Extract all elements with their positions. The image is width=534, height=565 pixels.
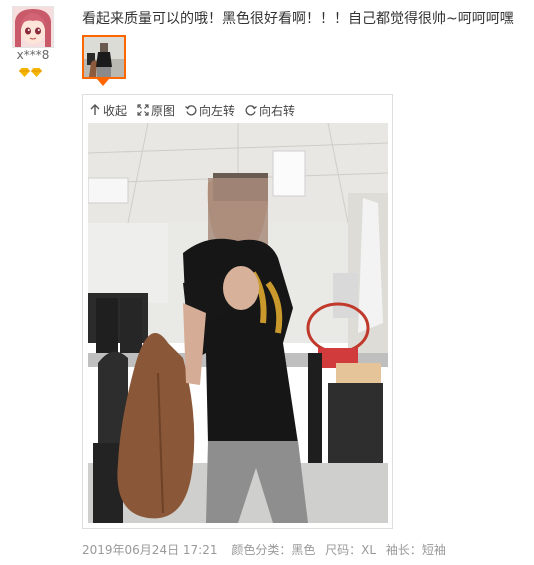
- sku-size: 尺码：XL: [325, 543, 377, 557]
- collapse-label: 收起: [103, 103, 128, 118]
- collapse-button[interactable]: 收起: [89, 102, 127, 119]
- photo-image: [88, 123, 388, 523]
- user-badges: [19, 68, 42, 80]
- original-image-label: 原图: [151, 103, 176, 118]
- rotate-right-button[interactable]: 向右转: [245, 102, 295, 119]
- photo-viewer-toolbar: 收起 原图 向左转 向右转: [89, 101, 305, 119]
- diamond-icon: [19, 68, 30, 77]
- rotate-right-icon: [245, 105, 257, 116]
- rotate-left-label: 向左转: [199, 103, 236, 118]
- arrow-up-icon: [90, 104, 100, 115]
- photo-viewer: 收起 原图 向左转 向右转: [82, 94, 393, 529]
- review-photo-large[interactable]: [88, 123, 388, 523]
- review-photo-thumbnail[interactable]: [82, 35, 126, 79]
- photo-thumbnail-image: [84, 37, 124, 77]
- sku-sleeve: 袖长：短袖: [385, 543, 446, 557]
- anime-girl-avatar-icon: [13, 7, 53, 47]
- thumbnail-selected-caret: [97, 79, 109, 86]
- review-meta: 2019年06月24日 17:21 颜色分类：黑色 尺码：XL 袖长：短袖: [82, 541, 452, 558]
- review-date: 2019年06月24日 17:21: [82, 543, 218, 557]
- user-avatar[interactable]: [12, 6, 54, 48]
- sku-color: 颜色分类：黑色: [231, 543, 316, 557]
- rotate-left-icon: [185, 105, 197, 116]
- username[interactable]: x***8: [10, 48, 56, 62]
- review-text: 看起来质量可以的哦！黑色很好看啊！！！自己都觉得很帅~呵呵呵嘿: [82, 11, 514, 27]
- rotate-left-button[interactable]: 向左转: [185, 102, 235, 119]
- rotate-right-label: 向右转: [259, 103, 296, 118]
- diamond-icon: [31, 68, 42, 77]
- original-image-button[interactable]: 原图: [137, 102, 175, 119]
- expand-icon: [137, 104, 149, 116]
